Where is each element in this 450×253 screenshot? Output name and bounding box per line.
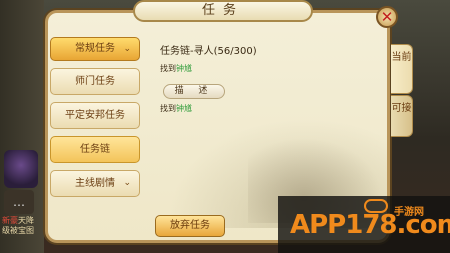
npc-link[interactable]: 钟馗 [176,104,192,113]
chevron-down-icon: ⌄ [123,44,131,54]
chat-preview-line2: 级被宝图 [2,226,34,235]
menu-item-label: 师门任务 [75,76,115,87]
menu-item-regular-quests[interactable]: 常规任务 ⌄ [50,37,140,61]
menu-item-label: 任务链 [80,144,110,155]
menu-item-quest-chain[interactable]: 任务链 [50,136,140,163]
tab-available[interactable]: 可接 [391,95,413,137]
panel-title: 任务 [133,0,313,22]
watermark-brand: APP178.com [290,210,450,240]
menu-item-label: 常规任务 [75,43,115,54]
chat-preview-highlight: 新豪 [2,216,18,225]
objective-prefix: 找到 [160,64,176,73]
quest-title: 任务链-寻人(56/300) [160,46,257,57]
close-button[interactable]: ✕ [376,6,398,28]
quest-description: 找到钟馗 [160,103,192,114]
tab-current[interactable]: 当前 [391,44,413,94]
chat-preview: 新豪天降 级被宝图 [2,216,46,236]
menu-item-label: 主线剧情 [75,178,115,189]
menu-item-main-story[interactable]: 主线剧情 ⌄ [50,170,140,197]
left-hud-strip: … 新豪天降 级被宝图 [0,0,44,253]
description-prefix: 找到 [160,104,176,113]
chevron-down-icon: ⌄ [123,178,131,188]
npc-link[interactable]: 钟馗 [176,64,192,73]
chat-bubble-icon[interactable]: … [4,190,34,214]
quest-objective: 找到钟馗 [160,63,192,74]
menu-item-label: 平定安邦任务 [65,110,125,121]
character-portrait[interactable] [4,150,38,188]
menu-item-pacify-quests[interactable]: 平定安邦任务 [50,102,140,129]
abandon-quest-button[interactable]: 放弃任务 [155,215,225,237]
description-header: 描 述 [163,84,225,99]
chat-preview-rest: 天降 [18,216,34,225]
quest-category-menu: 常规任务 ⌄ 师门任务 平定安邦任务 任务链 主线剧情 ⌄ [50,37,140,204]
menu-item-school-quests[interactable]: 师门任务 [50,68,140,95]
